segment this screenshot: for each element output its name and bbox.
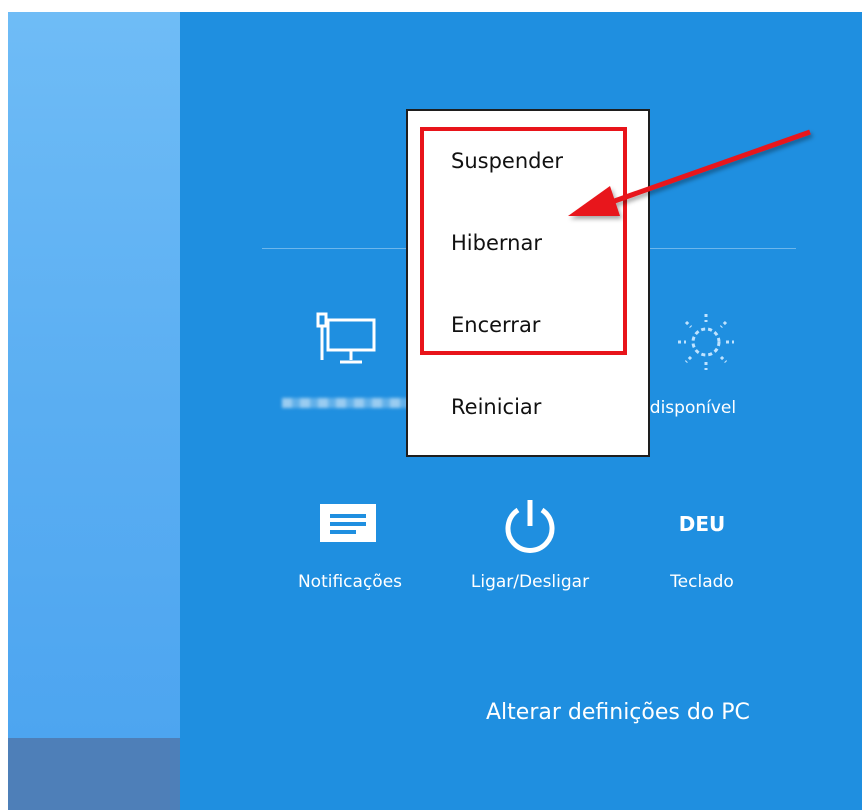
taskbar xyxy=(8,738,180,810)
menu-item-restart[interactable]: Reiniciar xyxy=(451,395,541,419)
keyboard-label: Teclado xyxy=(670,572,734,592)
power-label: Ligar/Desligar xyxy=(470,572,590,592)
notifications-label: Notificações xyxy=(297,572,403,592)
network-label-blurred xyxy=(282,398,412,408)
desktop-background xyxy=(8,12,180,810)
brightness-icon[interactable] xyxy=(674,310,738,374)
notifications-icon[interactable] xyxy=(318,502,378,548)
network-icon[interactable] xyxy=(314,312,378,368)
keyboard-icon[interactable]: DEU xyxy=(662,512,742,536)
pc-settings-link[interactable]: Alterar definições do PC xyxy=(486,700,750,725)
brightness-label: Indisponível xyxy=(634,398,737,418)
power-icon[interactable] xyxy=(498,494,562,558)
annotation-arrow xyxy=(568,129,811,216)
